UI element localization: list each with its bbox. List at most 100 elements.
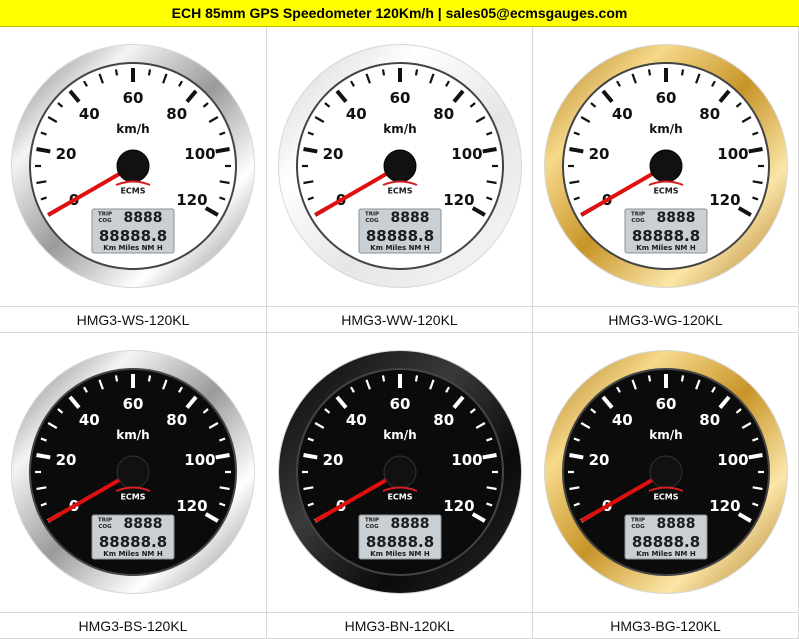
scale-tick: [215, 453, 230, 460]
unit-label: km/h: [649, 428, 682, 442]
scale-tick: [303, 453, 318, 460]
scale-label: 60: [656, 89, 677, 107]
product-card[interactable]: 020406080100120km/hECMSTRIPCOG888888888.…: [267, 333, 533, 639]
scale-label: 120: [443, 497, 474, 515]
product-card[interactable]: 020406080100120km/hECMSTRIPCOG888888888.…: [533, 333, 799, 639]
scale-label: 120: [176, 497, 207, 515]
speedometer-gauge: 020406080100120km/hECMSTRIPCOG888888888.…: [278, 44, 522, 288]
lcd-bottom-readout: 88888.8: [366, 227, 434, 245]
product-model-label: HMG3-BN-120KL: [267, 612, 532, 639]
lcd-tag-trip: TRIP: [365, 212, 379, 218]
scale-label: 60: [123, 395, 144, 413]
scale-tick: [303, 147, 318, 154]
unit-label: km/h: [116, 122, 149, 136]
lcd-unit-labels: Km Miles NM H: [636, 550, 696, 558]
lcd-unit-labels: Km Miles NM H: [636, 244, 696, 252]
product-model-label: HMG3-WG-120KL: [533, 306, 798, 333]
unit-label: km/h: [383, 428, 416, 442]
lcd-bottom-readout: 88888.8: [366, 533, 434, 551]
scale-tick: [147, 69, 152, 76]
product-card[interactable]: 020406080100120km/hECMSTRIPCOG888888888.…: [533, 27, 799, 333]
scale-label: 120: [709, 497, 740, 515]
scale-tick: [569, 147, 584, 154]
brand-logo: ECMS: [387, 493, 412, 502]
lcd-tag-cog: COG: [631, 524, 645, 530]
scale-label: 60: [390, 395, 411, 413]
brand-logo: ECMS: [120, 493, 145, 502]
needle-hub: [649, 455, 683, 489]
scale-label: 100: [451, 451, 482, 469]
product-card[interactable]: 020406080100120km/hECMSTRIPCOG888888888.…: [0, 333, 267, 639]
scale-tick: [36, 453, 51, 460]
scale-label: 40: [79, 411, 100, 429]
scale-label: 100: [184, 145, 215, 163]
scale-tick: [114, 69, 119, 76]
lcd-tag-cog: COG: [98, 524, 112, 530]
speedometer-gauge: 020406080100120km/hECMSTRIPCOG888888888.…: [278, 350, 522, 594]
lcd-top-readout: 8888: [124, 210, 163, 226]
brand-logo: ECMS: [387, 187, 412, 196]
needle-hub: [116, 455, 150, 489]
scale-label: 80: [433, 105, 454, 123]
lcd-tag-cog: COG: [365, 218, 379, 224]
lcd-bottom-readout: 88888.8: [99, 533, 167, 551]
scale-tick: [748, 453, 763, 460]
scale-tick: [482, 453, 497, 460]
scale-label: 120: [443, 191, 474, 209]
scale-label: 40: [346, 411, 367, 429]
speedometer-gauge: 020406080100120km/hECMSTRIPCOG888888888.…: [544, 350, 788, 594]
product-model-label: HMG3-BS-120KL: [0, 612, 266, 639]
product-card[interactable]: 020406080100120km/hECMSTRIPCOG888888888.…: [0, 27, 267, 333]
scale-tick: [36, 147, 51, 154]
lcd-bottom-readout: 88888.8: [632, 533, 700, 551]
scale-label: 80: [699, 105, 720, 123]
speedometer-gauge: 020406080100120km/hECMSTRIPCOG888888888.…: [11, 350, 255, 594]
scale-tick: [482, 147, 497, 154]
scale-label: 80: [699, 411, 720, 429]
scale-label: 60: [123, 89, 144, 107]
scale-tick: [414, 375, 419, 382]
needle-hub: [649, 149, 683, 183]
scale-label: 20: [323, 145, 344, 163]
scale-label: 100: [451, 145, 482, 163]
lcd-tag-cog: COG: [631, 218, 645, 224]
scale-label: 60: [390, 89, 411, 107]
scale-tick: [680, 69, 685, 76]
lcd-unit-labels: Km Miles NM H: [370, 244, 430, 252]
product-model-label: HMG3-BG-120KL: [533, 612, 798, 639]
scale-label: 20: [589, 451, 610, 469]
lcd-unit-labels: Km Miles NM H: [370, 550, 430, 558]
scale-tick: [215, 147, 230, 154]
scale-label: 80: [166, 105, 187, 123]
lcd-top-readout: 8888: [391, 516, 430, 532]
product-model-label: HMG3-WS-120KL: [0, 306, 266, 333]
scale-tick: [569, 453, 584, 460]
scale-label: 60: [656, 395, 677, 413]
page-title: ECH 85mm GPS Speedometer 120Km/h | sales…: [171, 5, 628, 21]
lcd-tag-trip: TRIP: [98, 518, 112, 524]
scale-tick: [647, 375, 652, 382]
lcd-tag-trip: TRIP: [631, 518, 645, 524]
lcd-top-readout: 8888: [124, 516, 163, 532]
scale-tick: [748, 147, 763, 154]
scale-label: 40: [79, 105, 100, 123]
lcd-tag-cog: COG: [98, 218, 112, 224]
lcd-bottom-readout: 88888.8: [99, 227, 167, 245]
unit-label: km/h: [383, 122, 416, 136]
lcd-top-readout: 8888: [657, 516, 696, 532]
scale-label: 120: [709, 191, 740, 209]
brand-logo: ECMS: [653, 187, 678, 196]
scale-label: 100: [717, 145, 748, 163]
product-grid: 020406080100120km/hECMSTRIPCOG888888888.…: [0, 27, 799, 639]
unit-label: km/h: [116, 428, 149, 442]
scale-tick: [147, 375, 152, 382]
scale-tick: [381, 375, 386, 382]
product-card[interactable]: 020406080100120km/hECMSTRIPCOG888888888.…: [267, 27, 533, 333]
unit-label: km/h: [649, 122, 682, 136]
needle-hub: [116, 149, 150, 183]
lcd-tag-trip: TRIP: [365, 518, 379, 524]
scale-label: 40: [612, 105, 633, 123]
scale-tick: [680, 375, 685, 382]
scale-label: 40: [612, 411, 633, 429]
scale-label: 100: [717, 451, 748, 469]
